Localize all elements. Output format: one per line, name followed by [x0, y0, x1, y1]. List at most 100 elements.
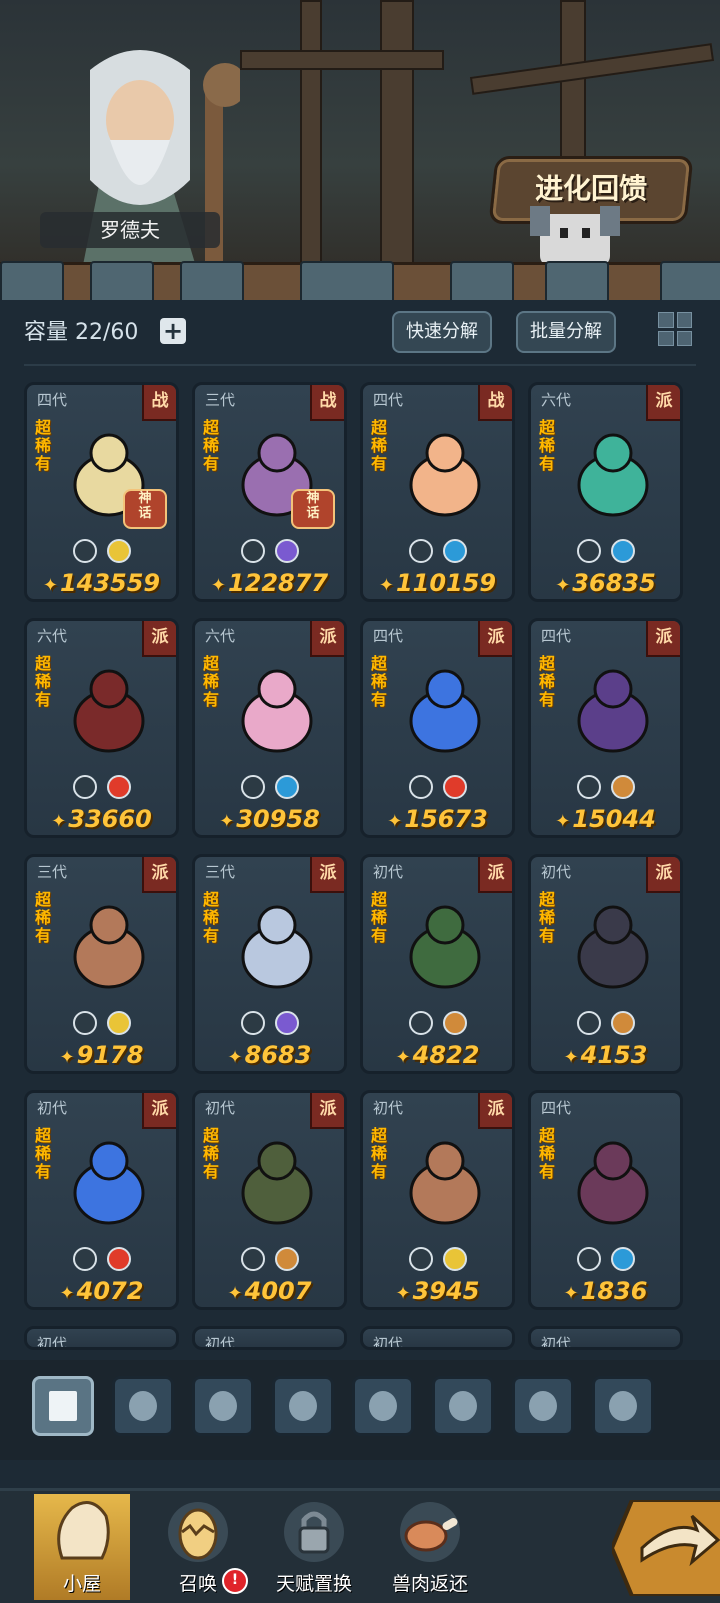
generation-label: 六代 [205, 627, 236, 645]
filter-tab-tower[interactable] [432, 1376, 494, 1436]
rarity-label: 超稀有 [35, 890, 52, 945]
power-value: ✦4007 [195, 1277, 344, 1305]
rarity-label: 超稀有 [371, 890, 388, 945]
role-badge: 派 [646, 621, 680, 657]
rarity-label: 超稀有 [203, 418, 220, 473]
expand-capacity-button[interactable]: + [160, 318, 186, 344]
creature-card[interactable]: 四代 战超稀有 ✦110159 [360, 382, 515, 602]
generation-label: 四代 [541, 1099, 572, 1117]
creature-card[interactable]: 初代 派超稀有 ✦4007 [192, 1090, 347, 1310]
power-icon: ✦ [227, 1283, 243, 1304]
creature-card[interactable]: 初代 派超稀有 ✦4153 [528, 854, 683, 1074]
filter-tab-shield[interactable] [192, 1376, 254, 1436]
creature-illustration [409, 905, 481, 989]
element-icon [611, 775, 635, 799]
creature-illustration [577, 905, 649, 989]
role-badge: 派 [310, 621, 344, 657]
role-badge: 派 [478, 857, 512, 893]
filter-tab-compass[interactable] [512, 1376, 574, 1436]
power-value: ✦110159 [363, 569, 512, 597]
power-icon: ✦ [59, 1047, 75, 1068]
grid-view-icon[interactable] [656, 310, 694, 348]
creature-illustration [73, 669, 145, 753]
nav-cabin[interactable]: 小屋 [34, 1494, 130, 1600]
power-icon: ✦ [395, 1283, 411, 1304]
alert-badge: ! [222, 1568, 248, 1594]
rarity-label: 超稀有 [203, 654, 220, 709]
generation-label: 初代 [373, 863, 404, 881]
nav-meat-return[interactable]: 兽肉返还 [382, 1494, 478, 1600]
generation-label: 六代 [541, 391, 572, 409]
rarity-label: 超稀有 [203, 1126, 220, 1181]
creature-card[interactable]: 三代 派超稀有 ✦8683 [192, 854, 347, 1074]
go-forward-button[interactable] [612, 1500, 720, 1596]
creature-card[interactable]: 四代 派超稀有 ✦15044 [528, 618, 683, 838]
creature-card[interactable]: 初代 派超稀有 ✦4072 [24, 1090, 179, 1310]
power-value: ✦33660 [27, 805, 176, 833]
generation-label: 三代 [205, 863, 236, 881]
power-number: 4007 [244, 1277, 312, 1305]
wood-beam [240, 50, 444, 70]
creature-illustration [577, 433, 649, 517]
filter-tab-fist[interactable] [112, 1376, 174, 1436]
creature-card[interactable]: 六代 派超稀有 ✦36835 [528, 382, 683, 602]
power-value: ✦8683 [195, 1041, 344, 1069]
wood-beam [469, 43, 715, 95]
fist-icon [129, 1391, 157, 1421]
batch-decompose-button[interactable]: 批量分解 [516, 311, 616, 353]
creature-card[interactable]: 四代 战超稀有神话 ✦143559 [24, 382, 179, 602]
creature-card[interactable]: 六代 派超稀有 ✦33660 [24, 618, 179, 838]
role-badge: 派 [142, 857, 176, 893]
power-value: ✦4822 [363, 1041, 512, 1069]
creature-card[interactable]: 三代 战超稀有神话 ✦122877 [192, 382, 347, 602]
rarity-label: 超稀有 [539, 1126, 556, 1181]
class-icon [241, 1011, 265, 1035]
filter-tab-all[interactable] [32, 1376, 94, 1436]
nav-meat-return-label: 兽肉返还 [391, 1573, 468, 1595]
nav-talent-swap[interactable]: 天赋置换 [266, 1494, 362, 1600]
generation-label: 初代 [373, 1335, 404, 1350]
capacity-label: 容量 22/60 [24, 320, 139, 345]
power-value: ✦3945 [363, 1277, 512, 1305]
power-value: ✦30958 [195, 805, 344, 833]
element-icon [275, 775, 299, 799]
meat-icon [400, 1502, 460, 1562]
creature-card[interactable]: 三代 派超稀有 ✦9178 [24, 854, 179, 1074]
creature-card-partial[interactable]: 初代 [360, 1326, 515, 1350]
generation-label: 初代 [373, 1099, 404, 1117]
power-number: 36835 [572, 569, 656, 597]
element-icon [107, 539, 131, 563]
creature-illustration [73, 1141, 145, 1225]
class-icon [577, 1247, 601, 1271]
tower-icon [449, 1391, 477, 1421]
generation-label: 初代 [541, 863, 572, 881]
class-icon [73, 1247, 97, 1271]
filter-tab-sprout[interactable] [272, 1376, 334, 1436]
power-value: ✦9178 [27, 1041, 176, 1069]
creature-card[interactable]: 初代 派超稀有 ✦3945 [360, 1090, 515, 1310]
creature-card-partial[interactable]: 初代 [24, 1326, 179, 1350]
power-icon: ✦ [563, 1047, 579, 1068]
power-value: ✦15673 [363, 805, 512, 833]
quick-decompose-button[interactable]: 快速分解 [392, 311, 492, 353]
rarity-label: 超稀有 [539, 418, 556, 473]
creature-card[interactable]: 四代 派超稀有 ✦15673 [360, 618, 515, 838]
element-icon [107, 1247, 131, 1271]
creature-card[interactable]: 四代超稀有 ✦1836 [528, 1090, 683, 1310]
creature-card[interactable]: 六代 派超稀有 ✦30958 [192, 618, 347, 838]
role-badge: 派 [142, 621, 176, 657]
alien-icon [369, 1391, 397, 1421]
generation-label: 初代 [37, 1099, 68, 1117]
element-icon [611, 1247, 635, 1271]
power-number: 8683 [244, 1041, 312, 1069]
creature-card[interactable]: 初代 派超稀有 ✦4822 [360, 854, 515, 1074]
filter-tab-alien[interactable] [352, 1376, 414, 1436]
creature-card-partial[interactable]: 初代 [528, 1326, 683, 1350]
class-icon [73, 775, 97, 799]
creature-card-partial[interactable]: 初代 [192, 1326, 347, 1350]
eye-icon [609, 1391, 637, 1421]
class-icon [73, 1011, 97, 1035]
filter-tab-eye[interactable] [592, 1376, 654, 1436]
lock-icon [284, 1502, 344, 1562]
generation-label: 初代 [37, 1335, 68, 1350]
